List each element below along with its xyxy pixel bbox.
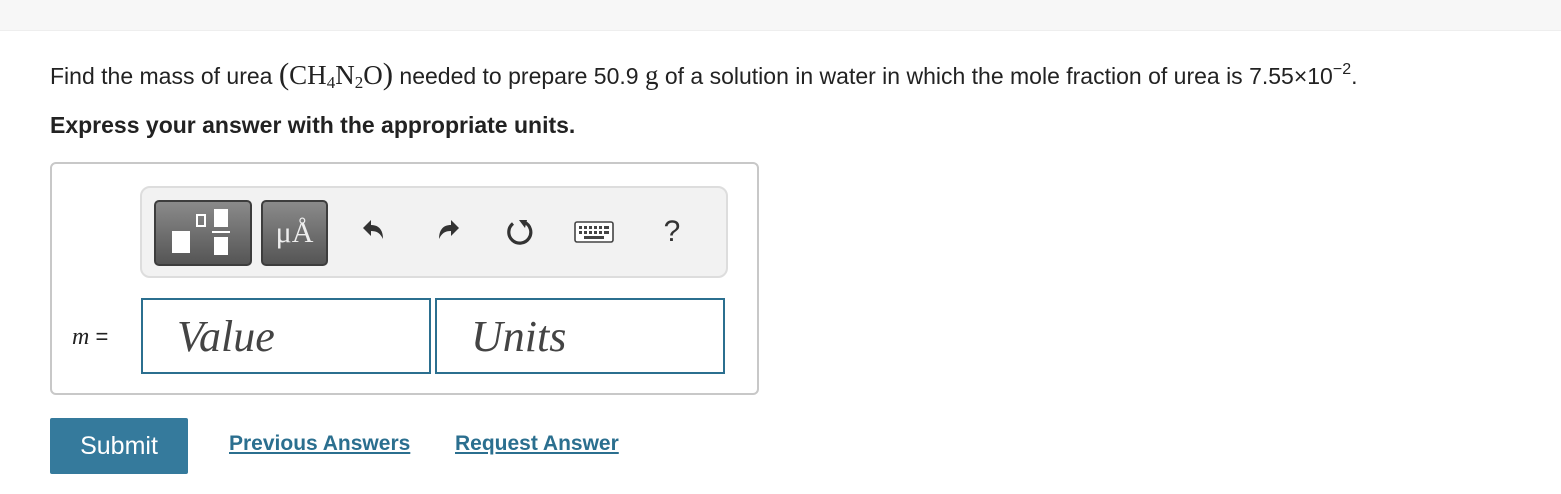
question-middle-1: needed to prepare 50.9 [393,63,645,89]
question-prefix: Find the mass of urea [50,63,279,89]
request-answer-link[interactable]: Request Answer [455,432,619,456]
gram-unit: g [644,60,659,90]
undo-button[interactable] [352,210,392,254]
redo-button[interactable] [430,210,470,254]
templates-button[interactable] [154,200,252,266]
redo-icon [439,220,459,239]
value-input[interactable] [141,298,431,374]
reset-button[interactable] [500,210,540,254]
formula-close-paren: ) [382,56,394,91]
question-middle-2: of a solution in water in which the mole… [658,63,1333,89]
formula-n: N [335,60,355,90]
formula-open-paren: ( [278,56,290,91]
help-button[interactable]: ? [652,210,692,254]
formula-n-subscript: 2 [354,73,364,92]
reset-icon [507,220,533,245]
keyboard-button[interactable] [574,210,614,254]
formula-o: O [363,60,383,90]
urea-formula: (CH4N2O) [279,56,393,92]
formula-ch: CH [289,60,327,90]
submit-button[interactable]: Submit [50,418,188,474]
units-input[interactable] [435,298,725,374]
question-suffix: . [1351,63,1358,89]
units-button[interactable]: μÅ [261,200,328,266]
answer-variable-label: m = [72,324,108,351]
variable-m: m [72,324,90,350]
top-bar [0,0,1561,31]
exponent: −2 [1332,61,1352,78]
undo-icon [363,220,383,239]
answer-box: μÅ ? m = [50,162,759,395]
math-toolbar: μÅ ? [140,186,728,278]
keyboard-icon [574,221,614,243]
formula-h-subscript: 4 [326,73,336,92]
previous-answers-link[interactable]: Previous Answers [229,432,410,456]
units-icon: μÅ [275,216,314,249]
question-text: Find the mass of urea (CH4N2O) needed to… [50,56,1358,92]
help-icon: ? [663,215,681,248]
equals-sign: = [89,324,109,349]
instruction-text: Express your answer with the appropriate… [50,112,576,138]
